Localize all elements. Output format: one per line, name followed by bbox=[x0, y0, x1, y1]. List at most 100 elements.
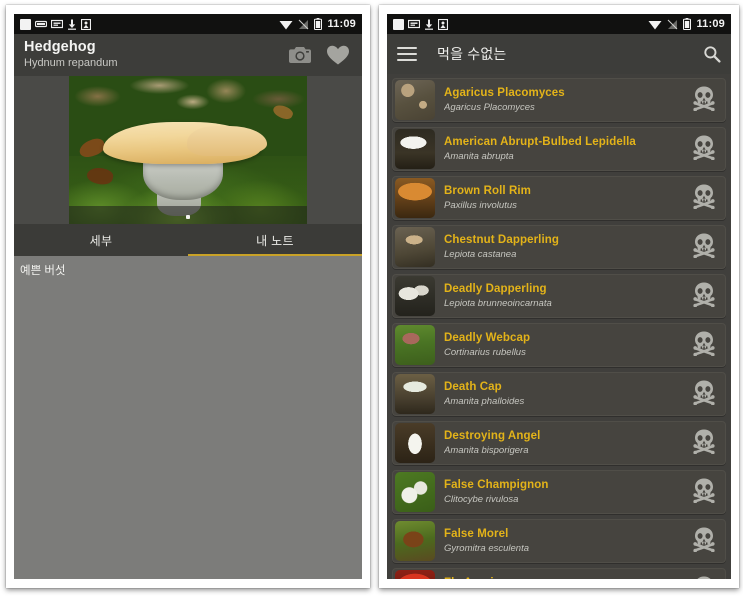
signal-icon bbox=[668, 19, 678, 29]
species-common-name: Fly Agaric bbox=[444, 577, 520, 579]
notes-panel[interactable]: 예쁜 버섯 bbox=[14, 256, 362, 579]
poison-skull-icon bbox=[691, 85, 717, 116]
left-app-toolbar: Hedgehog Hydnum repandum bbox=[14, 34, 362, 76]
species-latin-name: Paxillus involutus bbox=[444, 200, 517, 211]
screenshot-canvas: 11:09 Hedgehog Hydnum repandum 세부 내 노트 예… bbox=[0, 0, 743, 600]
poison-skull-icon bbox=[691, 526, 717, 557]
usb-debug-icon bbox=[51, 19, 63, 29]
list-item-text: False Champignon Clitocybe rivulosa bbox=[444, 479, 548, 505]
species-common-name: Destroying Angel bbox=[444, 430, 541, 442]
tab-details[interactable]: 세부 bbox=[14, 224, 188, 256]
poison-skull-icon bbox=[691, 428, 717, 459]
list-item[interactable]: Chestnut Dapperling Lepiota castanea bbox=[392, 225, 726, 269]
list-item-text: False Morel Gyromitra esculenta bbox=[444, 528, 529, 554]
right-status-right: 11:09 bbox=[648, 18, 725, 30]
species-thumbnail bbox=[395, 227, 435, 267]
tab-my-notes[interactable]: 내 노트 bbox=[188, 224, 362, 256]
status-time: 11:09 bbox=[696, 18, 725, 30]
species-common-name: Brown Roll Rim bbox=[444, 185, 532, 197]
species-common-name: Deadly Webcap bbox=[444, 332, 531, 344]
left-status-right: 11:09 bbox=[279, 18, 356, 30]
list-item[interactable]: Brown Roll Rim Paxillus involutus bbox=[392, 176, 726, 220]
right-status-bar: 11:09 bbox=[387, 14, 731, 34]
species-latin-name: Lepiota castanea bbox=[444, 249, 517, 260]
list-item[interactable]: Death Cap Amanita phalloides bbox=[392, 372, 726, 416]
download-icon bbox=[68, 19, 76, 30]
list-item-text: American Abrupt-Bulbed Lepidella Amanita… bbox=[444, 136, 636, 162]
app-icon bbox=[393, 18, 404, 30]
status-time: 11:09 bbox=[327, 18, 356, 30]
species-latin-name: Lepiota brunneoincarnata bbox=[444, 298, 552, 309]
species-common-name: Agaricus Placomyces bbox=[444, 87, 565, 99]
species-thumbnail bbox=[395, 472, 435, 512]
poison-skull-icon bbox=[691, 281, 717, 312]
toolbar-actions bbox=[288, 44, 354, 66]
mushroom-list[interactable]: Agaricus Placomyces Agaricus Placomyces bbox=[387, 74, 731, 579]
usb-debug-icon bbox=[408, 19, 420, 29]
species-common-name: Chestnut Dapperling bbox=[444, 234, 559, 246]
species-thumbnail bbox=[395, 129, 435, 169]
heart-icon[interactable] bbox=[326, 44, 350, 66]
hamburger-menu-icon[interactable] bbox=[397, 47, 417, 61]
species-thumbnail bbox=[395, 374, 435, 414]
species-thumbnail bbox=[395, 521, 435, 561]
species-thumbnail bbox=[395, 276, 435, 316]
list-item[interactable]: Deadly Webcap Cortinarius rubellus bbox=[392, 323, 726, 367]
list-item[interactable]: American Abrupt-Bulbed Lepidella Amanita… bbox=[392, 127, 726, 171]
species-thumbnail bbox=[395, 325, 435, 365]
right-app-toolbar: 먹을 수없는 bbox=[387, 34, 731, 74]
carousel-page-dot[interactable] bbox=[186, 215, 190, 219]
right-status-icons bbox=[393, 18, 448, 30]
download-icon bbox=[425, 19, 433, 30]
camera-icon[interactable] bbox=[288, 45, 312, 65]
species-common-name: Deadly Dapperling bbox=[444, 283, 547, 295]
left-status-icons bbox=[20, 18, 91, 30]
sd-card-icon bbox=[35, 20, 47, 28]
wifi-icon bbox=[279, 20, 293, 29]
species-latin-name: Amanita bisporigera bbox=[444, 445, 529, 456]
list-item-text: Agaricus Placomyces Agaricus Placomyces bbox=[444, 87, 565, 113]
species-thumbnail bbox=[395, 80, 435, 120]
poison-skull-icon bbox=[691, 477, 717, 508]
poison-skull-icon bbox=[691, 183, 717, 214]
wifi-icon bbox=[648, 20, 662, 29]
species-common-name: False Champignon bbox=[444, 479, 549, 491]
species-title-block: Hedgehog Hydnum repandum bbox=[24, 40, 118, 69]
species-common-name: False Morel bbox=[444, 528, 509, 540]
list-item-text: Brown Roll Rim Paxillus involutus bbox=[444, 185, 531, 211]
list-item-text: Fly Agaric Amanita muscaria bbox=[444, 577, 520, 579]
poison-skull-icon bbox=[691, 134, 717, 165]
tab-details-label: 세부 bbox=[89, 233, 113, 248]
poison-skull-icon bbox=[691, 232, 717, 263]
list-item[interactable]: Destroying Angel Amanita bisporigera bbox=[392, 421, 726, 465]
list-page-title: 먹을 수없는 bbox=[437, 46, 507, 62]
page-subtitle: Hydnum repandum bbox=[24, 56, 118, 69]
species-thumbnail bbox=[395, 423, 435, 463]
list-item-text: Deadly Webcap Cortinarius rubellus bbox=[444, 332, 530, 358]
left-phone-screen: 11:09 Hedgehog Hydnum repandum 세부 내 노트 예… bbox=[14, 14, 362, 579]
species-latin-name: Gyromitra esculenta bbox=[444, 543, 530, 554]
list-item-text: Destroying Angel Amanita bisporigera bbox=[444, 430, 540, 456]
list-item[interactable]: Agaricus Placomyces Agaricus Placomyces bbox=[392, 78, 726, 122]
list-item-text: Chestnut Dapperling Lepiota castanea bbox=[444, 234, 559, 260]
list-item[interactable]: False Morel Gyromitra esculenta bbox=[392, 519, 726, 563]
species-latin-name: Cortinarius rubellus bbox=[444, 347, 526, 358]
list-item[interactable]: False Champignon Clitocybe rivulosa bbox=[392, 470, 726, 514]
list-item-text: Death Cap Amanita phalloides bbox=[444, 381, 524, 407]
species-photo-carousel[interactable] bbox=[14, 76, 362, 224]
species-common-name: Death Cap bbox=[444, 381, 502, 393]
list-item[interactable]: Deadly Dapperling Lepiota brunneoincarna… bbox=[392, 274, 726, 318]
list-item-text: Deadly Dapperling Lepiota brunneoincarna… bbox=[444, 283, 552, 309]
battery-icon bbox=[314, 18, 323, 30]
list-item[interactable]: Fly Agaric Amanita muscaria bbox=[392, 568, 726, 579]
mushroom-cap-lobe bbox=[187, 126, 267, 156]
poison-skull-icon bbox=[691, 575, 717, 579]
notes-text: 예쁜 버섯 bbox=[20, 265, 66, 277]
species-latin-name: Amanita phalloides bbox=[444, 396, 525, 407]
right-phone-frame: 11:09 먹을 수없는 Agaricus Placomyces Agaricu… bbox=[379, 5, 739, 588]
species-thumbnail bbox=[395, 570, 435, 579]
left-phone-frame: 11:09 Hedgehog Hydnum repandum 세부 내 노트 예… bbox=[6, 5, 370, 588]
species-latin-name: Agaricus Placomyces bbox=[444, 102, 535, 113]
species-latin-name: Clitocybe rivulosa bbox=[444, 494, 519, 505]
search-icon[interactable] bbox=[703, 45, 721, 63]
